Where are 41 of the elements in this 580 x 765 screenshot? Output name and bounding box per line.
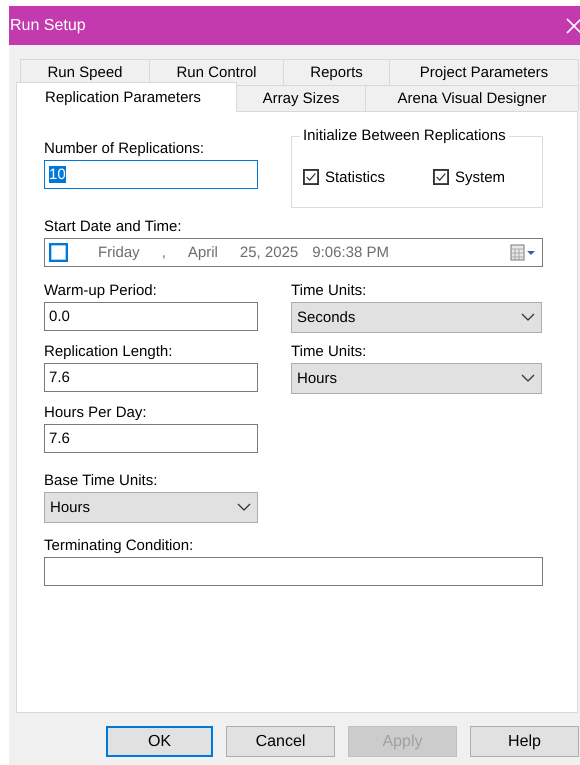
input-field[interactable]: 7.6 — [44, 424, 258, 453]
input-field[interactable]: 0.0 — [44, 302, 258, 331]
field-label: Warm-up Period: — [44, 282, 158, 299]
group-title: Initialize Between Replications — [300, 127, 509, 144]
checkbox[interactable] — [433, 169, 450, 185]
field-label: Time Units: — [291, 343, 368, 360]
chevron-icon — [521, 313, 535, 322]
date-day-year: 25, 2025 — [240, 244, 298, 261]
chevron-icon — [521, 374, 535, 383]
calendar-dropdown-icon[interactable] — [510, 244, 536, 262]
input-field[interactable]: 10 — [44, 160, 258, 189]
checkbox-label: System — [455, 168, 506, 186]
field-label: Time Units: — [291, 282, 368, 299]
dialog-button[interactable]: Help — [470, 726, 579, 757]
checkbox[interactable] — [303, 169, 319, 185]
chevron-icon — [237, 503, 251, 512]
dialog-button[interactable]: Cancel — [226, 726, 335, 757]
tab[interactable]: Project Parameters — [389, 59, 579, 85]
date-separator: , — [162, 244, 166, 261]
window-title: Run Setup — [10, 16, 86, 34]
input-field[interactable] — [44, 557, 543, 586]
dropdown[interactable]: Seconds — [291, 302, 542, 333]
date-month: April — [188, 244, 218, 261]
dialog-button[interactable]: OK — [106, 726, 213, 757]
date-time: 9:06:38 PM — [312, 244, 389, 261]
field-label: Base Time Units: — [44, 472, 158, 489]
field-label: Replication Length: — [44, 343, 174, 360]
input-field[interactable]: 7.6 — [44, 363, 258, 392]
checkbox-label: Statistics — [325, 168, 386, 186]
field-label: Start Date and Time: — [44, 218, 183, 235]
date-time-picker[interactable]: Friday , April 25, 2025 9:06:38 PM — [44, 238, 543, 267]
close-icon[interactable] — [566, 18, 580, 34]
date-day: Friday — [98, 244, 140, 261]
dropdown[interactable]: Hours — [291, 363, 542, 394]
dropdown[interactable]: Hours — [44, 492, 258, 523]
checkbox[interactable] — [49, 243, 68, 262]
field-label: Number of Replications: — [44, 140, 206, 157]
field-label: Terminating Condition: — [44, 537, 194, 554]
field-label: Hours Per Day: — [44, 404, 148, 421]
tab[interactable]: Arena Visual Designer — [365, 85, 579, 111]
tab[interactable]: Replication Parameters — [16, 82, 237, 112]
